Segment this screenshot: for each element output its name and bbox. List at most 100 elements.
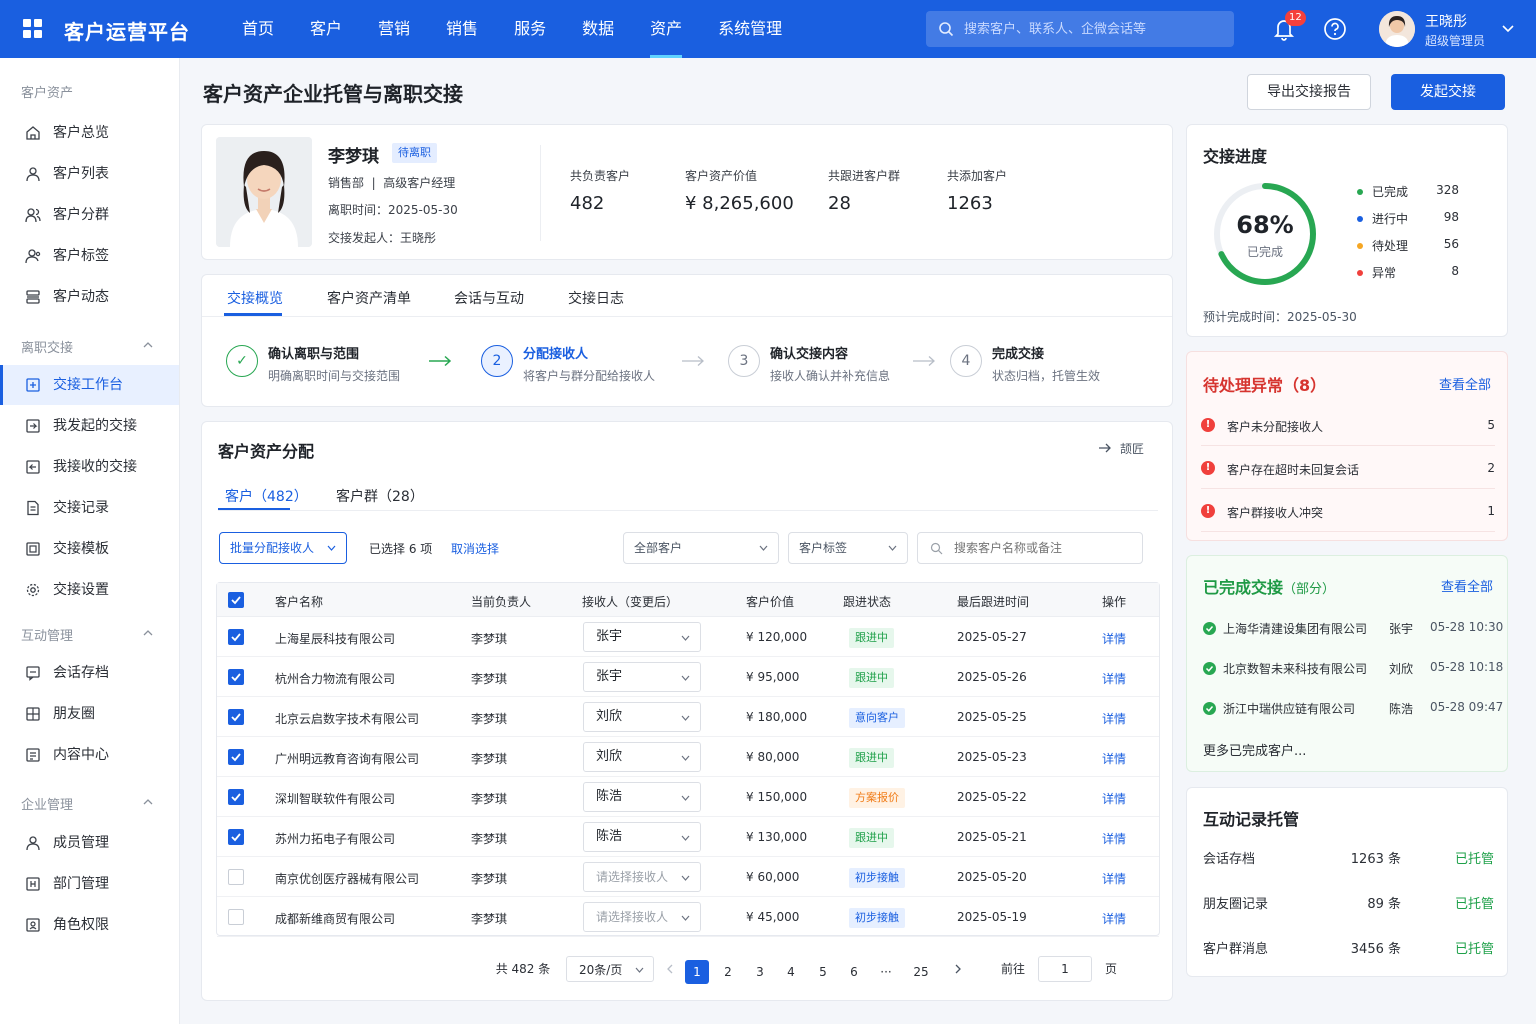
- row-checkbox[interactable]: [228, 669, 244, 685]
- tag-filter-select[interactable]: 客户标签: [788, 532, 908, 564]
- page-size-select[interactable]: 20条/页: [566, 956, 654, 982]
- nav-item-sales[interactable]: 销售: [428, 0, 496, 58]
- sidebar-item-members[interactable]: 成员管理: [0, 823, 179, 863]
- row-checkbox[interactable]: [228, 709, 244, 725]
- last-followup-date: 2025-05-26: [957, 670, 1027, 684]
- sidebar-item-workbench[interactable]: 交接工作台: [0, 365, 179, 405]
- row-checkbox[interactable]: [228, 749, 244, 765]
- nav-item-data[interactable]: 数据: [564, 0, 632, 58]
- page-number-8[interactable]: 25: [909, 960, 933, 984]
- employee-name: 李梦琪: [328, 147, 379, 167]
- collapse-link[interactable]: 颉匠: [1120, 440, 1144, 457]
- tab-handover-log[interactable]: 交接日志: [568, 288, 624, 308]
- receiver-select[interactable]: 张宇: [583, 662, 701, 692]
- chevron-up-icon[interactable]: [143, 630, 153, 636]
- nav-item-service[interactable]: 服务: [496, 0, 564, 58]
- subtab-groups[interactable]: 客户群（28）: [336, 486, 424, 506]
- top-bar: 客户运营平台 首页 客户 营销 销售 服务 数据 资产 系统管理 12 王晓彤 …: [0, 0, 1536, 58]
- chevron-down-icon[interactable]: [1502, 24, 1514, 34]
- sidebar-item-settings[interactable]: 交接设置: [0, 570, 179, 610]
- nav-item-system[interactable]: 系统管理: [700, 0, 800, 58]
- chevron-up-icon[interactable]: [143, 342, 153, 348]
- customer-name: 广州明远教育咨询有限公司: [275, 752, 420, 766]
- nav-item-marketing[interactable]: 营销: [360, 0, 428, 58]
- arrow-right-icon[interactable]: [1098, 442, 1112, 454]
- detail-link[interactable]: 详情: [1102, 910, 1126, 927]
- customer-filter-select[interactable]: 全部客户: [623, 532, 779, 564]
- page-number-4[interactable]: 4: [779, 960, 803, 984]
- row-checkbox[interactable]: [228, 629, 244, 645]
- sidebar-item-activity[interactable]: 客户动态: [0, 277, 179, 317]
- detail-link[interactable]: 详情: [1102, 630, 1126, 647]
- view-all-completed-link[interactable]: 查看全部: [1441, 576, 1493, 595]
- user-tag-icon: [25, 249, 41, 264]
- sidebar-item-departments[interactable]: 部门管理: [0, 864, 179, 904]
- more-completed-link[interactable]: 更多已完成客户...: [1203, 740, 1306, 759]
- sidebar-item-tags[interactable]: 客户标签: [0, 236, 179, 276]
- select-all-checkbox[interactable]: [228, 592, 244, 608]
- chevron-up-icon[interactable]: [143, 799, 153, 805]
- row-checkbox[interactable]: [228, 869, 244, 885]
- exception-item[interactable]: ! 客户未分配接收人 5: [1201, 406, 1495, 446]
- nav-item-assets[interactable]: 资产: [632, 0, 700, 58]
- sidebar-item-chat-archive[interactable]: 会话存档: [0, 653, 179, 693]
- receiver-select[interactable]: 请选择接收人: [583, 862, 701, 892]
- page-number-1[interactable]: 1: [685, 960, 709, 984]
- detail-link[interactable]: 详情: [1102, 870, 1126, 887]
- detail-link[interactable]: 详情: [1102, 710, 1126, 727]
- tab-underline: [224, 313, 282, 316]
- receiver-value: 刘欣: [596, 709, 623, 724]
- detail-link[interactable]: 详情: [1102, 790, 1126, 807]
- sidebar-item-templates[interactable]: 交接模板: [0, 529, 179, 569]
- goto-page-input[interactable]: [1038, 956, 1092, 982]
- user-name[interactable]: 王晓彤: [1425, 11, 1467, 31]
- customer-search-input[interactable]: [954, 541, 1134, 555]
- user-avatar[interactable]: [1379, 11, 1415, 47]
- sidebar-item-initiated[interactable]: 我发起的交接: [0, 406, 179, 446]
- tab-overview[interactable]: 交接概览: [227, 288, 283, 308]
- sidebar-item-content[interactable]: 内容中心: [0, 735, 179, 775]
- page-number-5[interactable]: 5: [811, 960, 835, 984]
- global-search-input[interactable]: [964, 11, 1224, 47]
- start-handover-button[interactable]: 发起交接: [1391, 74, 1505, 110]
- nav-item-home[interactable]: 首页: [224, 0, 292, 58]
- row-checkbox[interactable]: [228, 829, 244, 845]
- receiver-select[interactable]: 张宇: [583, 622, 701, 652]
- sidebar-item-received[interactable]: 我接收的交接: [0, 447, 179, 487]
- exception-item[interactable]: ! 客户群接收人冲突 1: [1201, 492, 1495, 532]
- employee-photo: [216, 137, 312, 247]
- page-number-2[interactable]: 2: [716, 960, 740, 984]
- cancel-selection-link[interactable]: 取消选择: [451, 540, 499, 557]
- app-grid-icon[interactable]: [23, 19, 43, 39]
- exception-item[interactable]: ! 客户存在超时未回复会话 2: [1201, 449, 1495, 489]
- sidebar-item-records[interactable]: 交接记录: [0, 488, 179, 528]
- tab-asset-list[interactable]: 客户资产清单: [327, 288, 411, 308]
- page-number-3[interactable]: 3: [748, 960, 772, 984]
- export-report-button[interactable]: 导出交接报告: [1247, 74, 1371, 110]
- receiver-select[interactable]: 刘欣: [583, 742, 701, 772]
- receiver-select[interactable]: 陈浩: [583, 822, 701, 852]
- chevron-right-icon[interactable]: [952, 956, 964, 982]
- sidebar-item-moments[interactable]: 朋友圈: [0, 694, 179, 734]
- help-icon[interactable]: [1323, 17, 1347, 41]
- table-row: 苏州力拓电子有限公司 李梦琪 陈浩 ¥ 130,000 跟进中 2025-05-21 详情: [217, 817, 1159, 857]
- row-checkbox[interactable]: [228, 789, 244, 805]
- sidebar-item-customer-list[interactable]: 客户列表: [0, 154, 179, 194]
- receiver-select[interactable]: 陈浩: [583, 782, 701, 812]
- sidebar-item-segments[interactable]: 客户分群: [0, 195, 179, 235]
- receiver-select[interactable]: 刘欣: [583, 702, 701, 732]
- batch-assign-dropdown[interactable]: 批量分配接收人: [219, 532, 347, 564]
- sidebar-item-overview[interactable]: 客户总览: [0, 113, 179, 153]
- nav-item-customer[interactable]: 客户: [292, 0, 360, 58]
- row-checkbox[interactable]: [228, 909, 244, 925]
- tab-chat-interaction[interactable]: 会话与互动: [454, 288, 524, 308]
- detail-link[interactable]: 详情: [1102, 670, 1126, 687]
- sidebar-item-roles[interactable]: 角色权限: [0, 905, 179, 945]
- subtab-customers[interactable]: 客户（482）: [225, 486, 308, 506]
- detail-link[interactable]: 详情: [1102, 750, 1126, 767]
- chevron-left-icon[interactable]: [664, 956, 676, 982]
- page-number-6[interactable]: 6: [842, 960, 866, 984]
- view-all-exceptions-link[interactable]: 查看全部: [1439, 374, 1491, 393]
- receiver-select[interactable]: 请选择接收人: [583, 902, 701, 932]
- detail-link[interactable]: 详情: [1102, 830, 1126, 847]
